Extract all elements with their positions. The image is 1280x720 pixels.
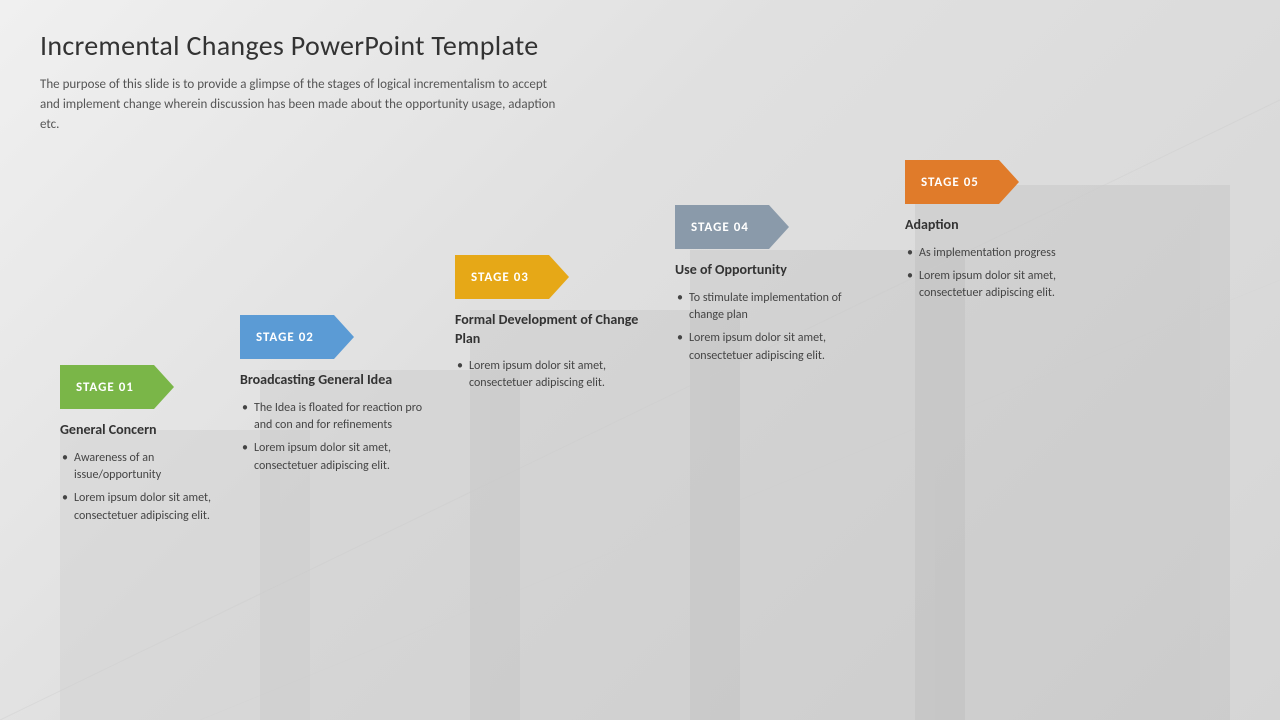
stage-02-bullet-2: Lorem ipsum dolor sit amet, consectetuer… xyxy=(240,440,435,475)
stage-01-bullet-1: Awareness of an issue/opportunity xyxy=(60,450,235,485)
stage-02-label: STAGE 02 xyxy=(256,330,314,345)
stage-01-block: STAGE 01 General Concern Awareness of an… xyxy=(60,365,235,531)
stage-03-bullet-1: Lorem ipsum dolor sit amet, consectetuer… xyxy=(455,358,650,393)
stage-04-bullets: To stimulate implementation of change pl… xyxy=(675,290,875,366)
stage-02-title: Broadcasting General Idea xyxy=(240,371,435,389)
slide-content: Incremental Changes PowerPoint Template … xyxy=(0,0,1280,705)
stage-05-block: STAGE 05 Adaption As implementation prog… xyxy=(905,160,1105,308)
stage-01-bullet-2: Lorem ipsum dolor sit amet, consectetuer… xyxy=(60,490,235,525)
stage-04-bullet-1: To stimulate implementation of change pl… xyxy=(675,290,875,325)
stages-area: STAGE 01 General Concern Awareness of an… xyxy=(40,165,1240,685)
stage-02-bullet-1: The Idea is floated for reaction pro and… xyxy=(240,400,435,435)
stage-04-arrow: STAGE 04 xyxy=(675,205,769,249)
stage-02-block: STAGE 02 Broadcasting General Idea The I… xyxy=(240,315,435,481)
stage-02-bullets: The Idea is floated for reaction pro and… xyxy=(240,400,435,476)
stage-03-block: STAGE 03 Formal Development of Change Pl… xyxy=(455,255,650,398)
stage-04-label: STAGE 04 xyxy=(691,220,749,235)
stage-05-bullets: As implementation progress Lorem ipsum d… xyxy=(905,245,1105,303)
stage-05-bullet-2: Lorem ipsum dolor sit amet, consectetuer… xyxy=(905,268,1105,303)
stage-05-arrow: STAGE 05 xyxy=(905,160,999,204)
stage-03-title: Formal Development of Change Plan xyxy=(455,311,650,347)
stage-05-title: Adaption xyxy=(905,216,1105,234)
stage-01-title: General Concern xyxy=(60,421,235,439)
stage-05-label: STAGE 05 xyxy=(921,175,979,190)
stage-05-bullet-1: As implementation progress xyxy=(905,245,1105,262)
stage-03-bullets: Lorem ipsum dolor sit amet, consectetuer… xyxy=(455,358,650,393)
stage-04-bullet-2: Lorem ipsum dolor sit amet, consectetuer… xyxy=(675,330,875,365)
stage-01-bullets: Awareness of an issue/opportunity Lorem … xyxy=(60,450,235,526)
stage-02-arrow: STAGE 02 xyxy=(240,315,334,359)
slide-description: The purpose of this slide is to provide … xyxy=(40,75,560,135)
stage-03-arrow: STAGE 03 xyxy=(455,255,549,299)
stage-04-title: Use of Opportunity xyxy=(675,261,875,279)
slide-title: Incremental Changes PowerPoint Template xyxy=(40,28,1240,63)
stage-04-block: STAGE 04 Use of Opportunity To stimulate… xyxy=(675,205,875,371)
stage-01-arrow: STAGE 01 xyxy=(60,365,154,409)
stage-01-label: STAGE 01 xyxy=(76,380,134,395)
stage-03-label: STAGE 03 xyxy=(471,270,529,285)
